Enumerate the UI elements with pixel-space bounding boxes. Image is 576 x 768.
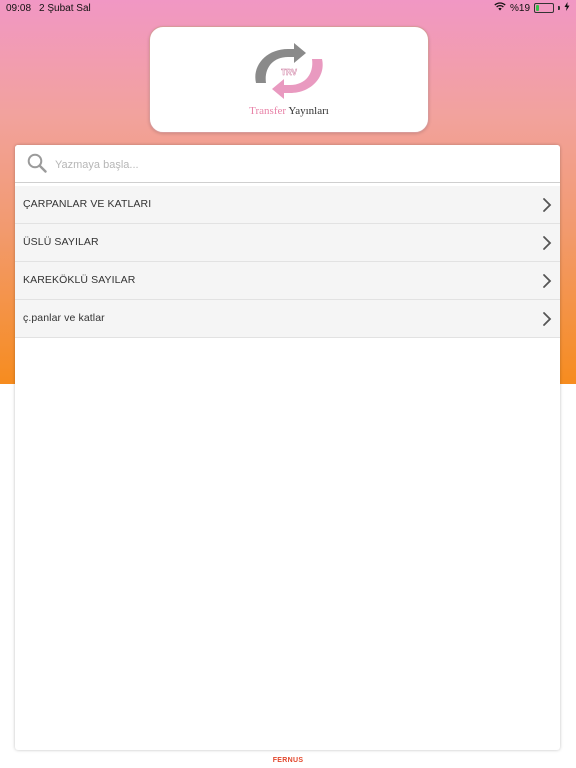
chevron-right-icon <box>542 197 552 218</box>
chevron-right-icon <box>542 235 552 256</box>
list-item[interactable]: ÜSLÜ SAYILAR <box>15 224 560 262</box>
brand-name-first: Transfer <box>249 105 287 117</box>
content-panel: ÇARPANLAR VE KATLARI ÜSLÜ SAYILAR KAREKÖ… <box>15 145 560 750</box>
list-item[interactable]: KAREKÖKLÜ SAYILAR <box>15 262 560 300</box>
footer-brand: FERNUS <box>272 757 304 764</box>
logo-card: TRV Transfer Yayınları <box>149 26 429 133</box>
brand-name-second: Yayınları <box>288 105 329 117</box>
chevron-right-icon <box>542 311 552 332</box>
list-item-label: KAREKÖKLÜ SAYILAR <box>23 274 136 286</box>
topic-list: ÇARPANLAR VE KATLARI ÜSLÜ SAYILAR KAREKÖ… <box>15 186 560 338</box>
wifi-icon <box>494 2 506 14</box>
list-item-label: ÇARPANLAR VE KATLARI <box>23 198 152 210</box>
charging-bolt-icon <box>564 2 570 14</box>
list-item[interactable]: ç.panlar ve katlar <box>15 300 560 338</box>
search-icon <box>27 153 47 178</box>
list-item-label: ÜSLÜ SAYILAR <box>23 236 99 248</box>
status-time: 09:08 <box>6 3 32 14</box>
battery-level-fill <box>536 5 539 11</box>
battery-icon <box>534 3 554 13</box>
transfer-logo-icon: TRV <box>255 43 323 99</box>
list-item-label: ç.panlar ve katlar <box>23 312 105 324</box>
status-date: 2 Şubat Sal <box>39 3 91 14</box>
search-input[interactable] <box>53 154 537 176</box>
brand-name: Transfer Yayınları <box>150 105 428 117</box>
battery-percentage: %19 <box>509 2 530 14</box>
battery-tip <box>558 6 560 10</box>
chevron-right-icon <box>542 273 552 294</box>
search-bar[interactable] <box>15 145 560 183</box>
status-bar: 09:08 2 Şubat Sal %19 <box>0 0 576 16</box>
list-item[interactable]: ÇARPANLAR VE KATLARI <box>15 186 560 224</box>
logo-badge-text: TRV <box>281 68 298 77</box>
